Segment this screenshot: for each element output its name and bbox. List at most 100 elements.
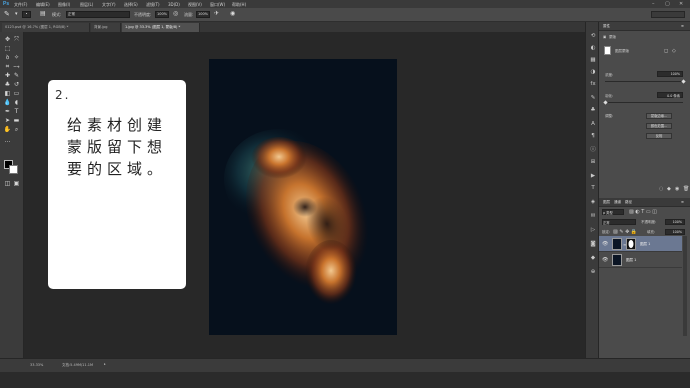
delete-mask-icon[interactable]: 🗑	[683, 186, 689, 192]
color-range-button[interactable]: 颜色范围...	[646, 123, 672, 129]
edit-toolbar-icon[interactable]: …	[3, 136, 12, 145]
quick-select-tool-icon[interactable]: ✧	[12, 53, 21, 62]
paragraph-icon[interactable]: ¶	[589, 132, 597, 140]
zoom-level[interactable]: 33.33%	[30, 363, 43, 367]
brush-settings-icon[interactable]: ✎	[589, 94, 597, 102]
menu-3d[interactable]: 3D(D)	[168, 2, 180, 7]
character-icon[interactable]: A	[589, 120, 597, 128]
blend-mode-select[interactable]: 正常	[602, 219, 636, 225]
disable-mask-icon[interactable]: ◉	[675, 186, 679, 192]
filter-pixel-icon[interactable]: ▨ ◐ T ▭ ◫	[629, 209, 657, 215]
lock-icons[interactable]: ▨ ✎ ✥ 🔒	[613, 229, 637, 235]
panel-menu-icon[interactable]: ≡	[681, 24, 684, 28]
camera-icon[interactable]: ◙	[589, 240, 597, 248]
pressure-opacity-icon[interactable]: ◎	[173, 11, 178, 17]
feather-slider-knob[interactable]	[603, 100, 608, 105]
density-slider[interactable]	[605, 81, 683, 82]
actions-icon[interactable]: ▷	[589, 226, 597, 234]
chevron-down-icon[interactable]: ▾	[15, 12, 18, 17]
panel-menu-icon[interactable]: ≡	[681, 200, 684, 204]
info-icon[interactable]: ⓘ	[589, 146, 597, 154]
flow-field[interactable]: 100%	[196, 11, 210, 18]
history-icon[interactable]: ⟲	[589, 32, 597, 40]
brush-preset-icon[interactable]: ✎	[4, 11, 10, 18]
opacity-field[interactable]: 100%	[155, 11, 169, 18]
layer-name[interactable]: 图层 1	[626, 258, 636, 263]
marquee-tool-icon[interactable]: ⬚	[3, 44, 12, 53]
layer-row[interactable]: 👁 ∞ 图层 1	[599, 236, 682, 252]
shape-tool-icon[interactable]: ▬	[12, 116, 21, 125]
document-tab[interactable]: 0123.psd @ 16.7% (图层 1, RGB/8) *	[2, 23, 90, 32]
density-slider-knob[interactable]	[681, 79, 686, 84]
close-icon[interactable]: ✕	[679, 1, 683, 7]
menu-help[interactable]: 帮助(H)	[232, 2, 246, 8]
layers-scrollbar[interactable]	[683, 236, 687, 336]
document-canvas[interactable]	[209, 59, 397, 335]
move-tool-icon[interactable]: ✥	[3, 35, 12, 44]
clone-source-icon[interactable]: ♣	[589, 106, 597, 114]
menu-type[interactable]: 文字(Y)	[102, 2, 116, 8]
tab-paths[interactable]: 路径	[625, 200, 632, 205]
layer-filter-select[interactable]: ρ 类型	[602, 209, 624, 215]
3d-icon[interactable]: ◆	[589, 254, 597, 262]
layer-opacity-field[interactable]: 100%	[665, 219, 685, 225]
adjustments-icon[interactable]: ◑	[589, 68, 597, 76]
mask-thumbnail[interactable]	[604, 46, 611, 55]
timeline-icon[interactable]: ▶	[589, 172, 597, 180]
measurement-icon[interactable]: ⊕	[589, 268, 597, 276]
menu-image[interactable]: 图像(I)	[58, 2, 70, 8]
color-icon[interactable]: ◐	[589, 44, 597, 52]
load-selection-icon[interactable]: ◌	[659, 186, 663, 192]
document-tab[interactable]: 背景.jpg	[91, 23, 121, 32]
history-brush-tool-icon[interactable]: ↺	[12, 80, 21, 89]
brush-tool-icon[interactable]: ✎	[12, 71, 21, 80]
background-color-swatch[interactable]	[9, 165, 18, 174]
blur-tool-icon[interactable]: 💧	[3, 98, 12, 107]
layer-name[interactable]: 图层 1	[640, 242, 650, 247]
layer-thumbnail[interactable]	[612, 254, 622, 266]
screen-mode-icon[interactable]: ▣	[12, 179, 21, 188]
workspace-switcher[interactable]	[651, 11, 685, 18]
fill-field[interactable]: 100%	[665, 229, 685, 235]
menu-select[interactable]: 选择(S)	[124, 2, 138, 8]
document-tab-active[interactable]: 1.jpg @ 33.3% (图层 1, 蒙版/8) *	[122, 23, 200, 32]
pen-tool-icon[interactable]: ✒	[3, 107, 12, 116]
status-menu-icon[interactable]: ▸	[104, 362, 106, 366]
eraser-tool-icon[interactable]: ◧	[3, 89, 12, 98]
gradient-tool-icon[interactable]: ▭	[12, 89, 21, 98]
path-select-tool-icon[interactable]: ➤	[3, 116, 12, 125]
quick-mask-icon[interactable]: ◫	[3, 179, 12, 188]
zoom-tool-icon[interactable]: ⌕	[12, 125, 21, 134]
invert-button[interactable]: 反相	[646, 133, 672, 139]
minimize-icon[interactable]: –	[652, 1, 655, 7]
feather-field[interactable]: 0.0 像素	[657, 92, 683, 98]
clone-stamp-tool-icon[interactable]: ♣	[3, 80, 12, 89]
apply-mask-icon[interactable]: ◆	[667, 186, 671, 192]
menu-edit[interactable]: 编辑(E)	[36, 2, 50, 8]
select-mask-icon[interactable]: ◻	[664, 48, 668, 54]
layer-row[interactable]: 👁 图层 1	[599, 252, 682, 268]
menu-layer[interactable]: 图层(L)	[80, 2, 93, 8]
menu-filter[interactable]: 滤镜(T)	[146, 2, 160, 8]
tab-properties[interactable]: 属性	[603, 24, 610, 29]
density-field[interactable]: 100%	[657, 71, 683, 77]
hand-tool-icon[interactable]: ✋	[3, 125, 12, 134]
airbrush-icon[interactable]: ✈	[214, 11, 219, 17]
layer-comps-icon[interactable]: ◈	[589, 198, 597, 206]
dodge-tool-icon[interactable]: ◖	[12, 98, 21, 107]
visibility-eye-icon[interactable]: 👁	[602, 241, 608, 247]
pressure-size-icon[interactable]: ◉	[230, 11, 235, 17]
restore-icon[interactable]: ▢	[665, 1, 670, 7]
mode-select[interactable]: 正常	[66, 11, 130, 18]
visibility-eye-icon[interactable]: 👁	[602, 257, 608, 263]
layer-thumbnail[interactable]	[612, 238, 622, 250]
swatches-icon[interactable]: ▦	[589, 56, 597, 64]
type-tool-icon[interactable]: T	[12, 107, 21, 116]
brush-panel-icon[interactable]: ▤	[40, 11, 46, 17]
tab-layers[interactable]: 图层	[603, 200, 610, 205]
artboard-tool-icon[interactable]: ⤧	[12, 35, 21, 44]
notes-icon[interactable]: ✉	[589, 212, 597, 220]
layer-mask-thumbnail[interactable]	[626, 238, 636, 250]
brush-size-field[interactable]: •	[22, 11, 31, 18]
styles-icon[interactable]: fx	[589, 80, 597, 88]
